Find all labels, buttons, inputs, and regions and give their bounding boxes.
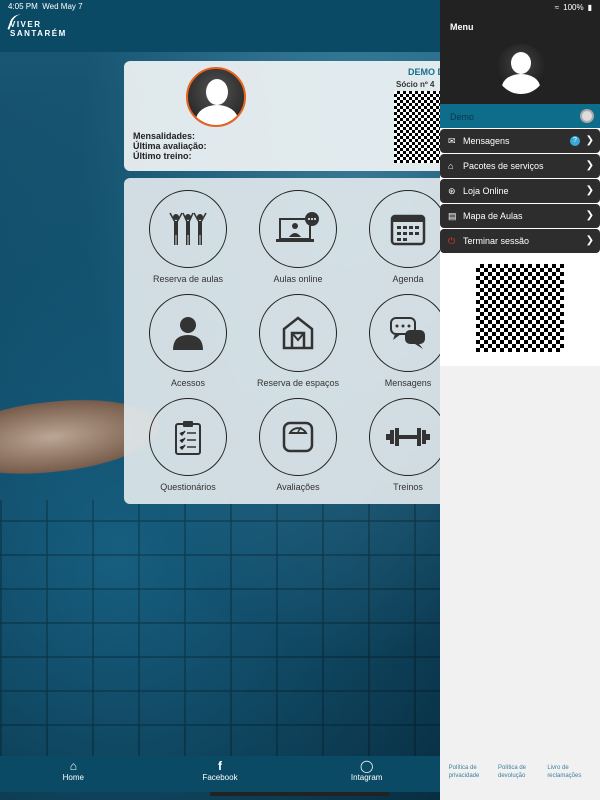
pool-tiles [0,500,440,760]
field-mensalidades: Mensalidades: [133,131,196,141]
status-bar: 4:05 PM Wed May 7 ≈ 100% ▮ [0,0,600,14]
menu-header: Menu [440,0,600,104]
chevron-right-icon: ❯ [585,210,594,221]
nav-instagram[interactable]: ◯ Intagram [293,756,440,792]
feature-grid: Reserva de aulas Aulas online Agenda Ace… [124,178,454,504]
status-right: ≈ 100% ▮ [555,2,592,12]
instagram-icon: ◯ [359,759,374,773]
help-badge: ? [570,136,580,146]
profile-fields: Mensalidades: Última avaliação: Último t… [133,131,207,161]
cart-icon: ⊛ [448,185,456,196]
menu-item-label: Terminar sessão [463,236,530,246]
home-indicator [210,792,390,796]
menu-item-logout[interactable]: ⏻ Terminar sessão ❯ [440,229,600,253]
chevron-right-icon: ❯ [585,160,594,171]
chevron-right-icon: ❯ [585,135,594,146]
group-fitness-icon [149,190,227,268]
home-icon: ⌂ [69,759,77,773]
nav-facebook[interactable]: f Facebook [147,756,294,792]
profile-card: Mensalidades: Última avaliação: Último t… [124,61,454,171]
scale-icon [259,398,337,476]
privacy-policy-link[interactable]: Política de privacidade [449,764,493,780]
field-ultimo-treino: Último treino: [133,151,192,161]
member-name: DEMO D [408,67,444,77]
menu-avatar[interactable] [496,44,546,94]
battery-level: 100% [563,2,584,12]
tile-label: Avaliações [276,482,320,492]
menu-item-label: Pacotes de serviços [463,161,544,171]
status-time: 4:05 PM Wed May 7 [8,2,83,11]
menu-item-loja[interactable]: ⊛ Loja Online ❯ [440,179,600,203]
power-icon: ⏻ [448,235,456,246]
side-menu: Menu Demo ✉ Mensagens ? ❯ ⌂ Pacotes de s… [440,0,600,800]
battery-icon: ▮ [587,2,592,12]
complaints-book-link[interactable]: Livro de reclamações [547,764,591,780]
nav-home[interactable]: ⌂ Home [0,756,147,792]
envelope-icon: ✉ [448,135,456,146]
tile-label: Questionários [160,482,216,492]
return-policy-link[interactable]: Política de devolução [498,764,542,780]
tile-avaliacoes[interactable]: Avaliações [244,386,352,492]
nav-label: Intagram [350,773,383,782]
brand-logo[interactable]: VIVER SANTARÉM [7,12,67,38]
building-icon [259,294,337,372]
tile-reserva-espacos[interactable]: Reserva de espaços [244,282,352,388]
tile-acessos[interactable]: Acessos [134,282,242,388]
facebook-icon: f [218,759,222,773]
settings-gear-icon[interactable] [580,109,594,123]
menu-lower-area [440,366,600,800]
clipboard-icon [149,398,227,476]
dumbbell-icon [369,398,447,476]
menu-user-name: Demo [450,112,475,122]
menu-item-mapa[interactable]: ▤ Mapa de Aulas ❯ [440,204,600,228]
menu-item-label: Loja Online [463,186,509,196]
menu-title: Menu [450,22,474,32]
tile-questionarios[interactable]: Questionários [134,386,242,492]
tile-reserva-aulas[interactable]: Reserva de aulas [134,178,242,284]
nav-label: Home [62,773,84,782]
member-qr-code [394,91,442,163]
chevron-right-icon: ❯ [585,185,594,196]
institution-icon: ⌂ [448,161,454,171]
nav-label: Facebook [202,773,238,782]
menu-user-row[interactable]: Demo [440,104,600,128]
menu-item-mensagens[interactable]: ✉ Mensagens ? ❯ [440,129,600,153]
menu-item-pacotes[interactable]: ⌂ Pacotes de serviços ❯ [440,154,600,178]
online-class-icon [259,190,337,268]
avatar[interactable] [186,67,246,127]
map-icon: ▤ [448,210,457,221]
menu-item-label: Mensagens [463,136,510,146]
menu-item-label: Mapa de Aulas [463,211,523,221]
bottom-nav: ⌂ Home f Facebook ◯ Intagram [0,756,440,792]
member-number: Sócio nº 4 [396,80,435,89]
chevron-right-icon: ❯ [585,235,594,246]
person-icon [149,294,227,372]
calendar-icon [369,190,447,268]
chat-icon [369,294,447,372]
qr-code [476,264,564,352]
field-ultima-avaliacao: Última avaliação: [133,141,207,151]
tile-aulas-online[interactable]: Aulas online [244,178,352,284]
menu-footer: Política de privacidade Política de devo… [440,764,600,780]
wifi-icon: ≈ [554,2,560,12]
